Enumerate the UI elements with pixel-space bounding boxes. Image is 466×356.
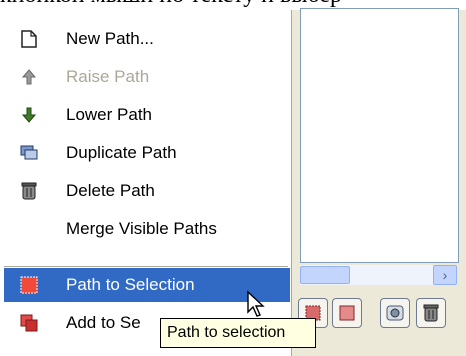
new-path-icon: [20, 30, 38, 48]
paint-path-button-icon: [339, 305, 355, 321]
menu-item-new-path[interactable]: New Path...: [4, 22, 290, 56]
scroll-right-arrow[interactable]: ›: [433, 265, 457, 285]
path-to-selection-icon: [20, 276, 38, 294]
raise-arrow-icon: [20, 68, 38, 86]
stroke-path-icon: [386, 305, 404, 321]
paths-list[interactable]: [300, 8, 459, 263]
paint-path-button[interactable]: [332, 298, 362, 328]
menu-item-label: Duplicate Path: [66, 143, 177, 162]
trash-icon: [20, 182, 38, 200]
menu-item-label: Delete Path: [66, 181, 155, 200]
menu-item-label: Merge Visible Paths: [66, 219, 217, 238]
mouse-cursor-icon: [247, 290, 265, 317]
delete-path-button[interactable]: [416, 298, 446, 328]
delete-button-icon: [423, 304, 439, 322]
duplicate-icon: [20, 144, 38, 162]
menu-separator: [4, 266, 288, 267]
add-to-selection-icon: [20, 314, 38, 332]
menu-item-label: New Path...: [66, 29, 154, 48]
menu-item-label: Raise Path: [66, 67, 150, 86]
menu-item-duplicate-path[interactable]: Duplicate Path: [4, 136, 290, 170]
scrollbar-thumb[interactable]: [300, 266, 350, 284]
horizontal-scrollbar[interactable]: ›: [300, 265, 457, 285]
menu-item-delete-path[interactable]: Delete Path: [4, 174, 290, 208]
menu-item-lower-path[interactable]: Lower Path: [4, 98, 290, 132]
tooltip: Path to selection: [160, 318, 316, 348]
stroke-path-button[interactable]: [380, 298, 410, 328]
menu-item-label: Add to Se: [66, 313, 141, 332]
menu-item-label: Path to Selection: [66, 275, 195, 294]
lower-arrow-icon: [20, 106, 38, 124]
menu-item-merge-visible-paths[interactable]: Merge Visible Paths: [4, 212, 290, 246]
menu-item-label: Lower Path: [66, 105, 152, 124]
menu-item-raise-path[interactable]: Raise Path: [4, 60, 290, 94]
